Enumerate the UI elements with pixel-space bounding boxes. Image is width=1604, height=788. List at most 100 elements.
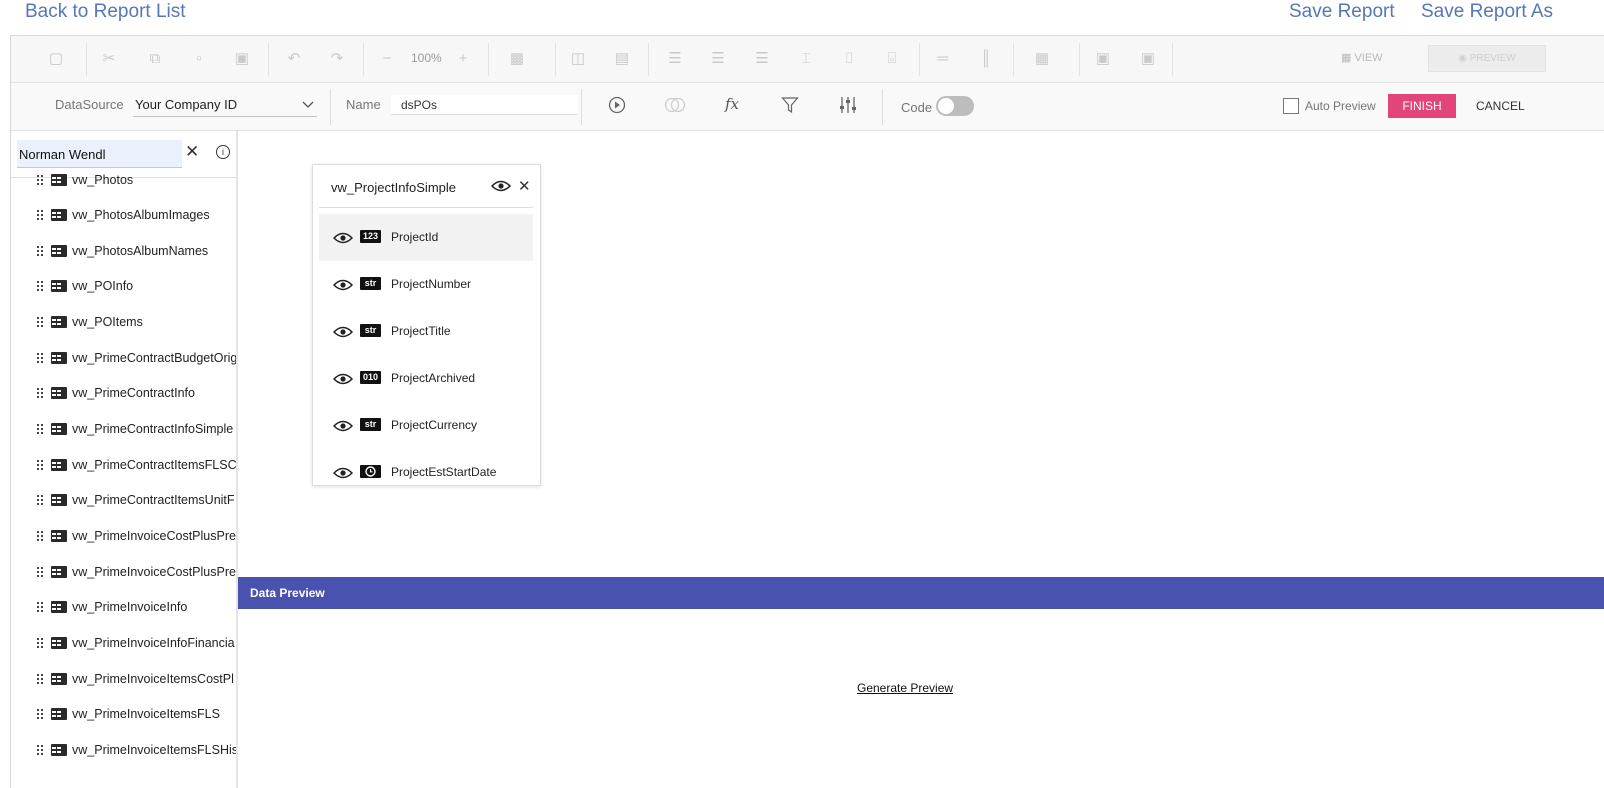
join-icon[interactable]	[664, 97, 686, 113]
datasource-select[interactable]: Your Company ID	[133, 95, 317, 117]
drag-handle-icon[interactable]	[37, 171, 45, 185]
main-toolbar: ▢ ✂ ⧉ ▫ ▣ ↶ ↷ − 100% + ▩ ◫ ▤ ☰ ☰ ☰ ⌶ ⌷ ⌻…	[11, 36, 1604, 83]
drag-handle-icon[interactable]	[37, 242, 45, 256]
search-input[interactable]: Norman Wendl	[17, 140, 182, 168]
distribute-horizontal-icon[interactable]: ║	[977, 50, 995, 68]
arrange-icon[interactable]: ▩	[508, 50, 526, 68]
snap-icon[interactable]: ▣	[1094, 50, 1112, 68]
preview-button[interactable]: ◉ PREVIEW	[1428, 45, 1546, 72]
field-row[interactable]: 010 ProjectArchived	[319, 355, 533, 402]
table-row[interactable]: •vw_PrimeContractInfoSimple	[11, 420, 236, 440]
table-name: vw_PrimeInvoiceInfoFinancia	[72, 636, 235, 650]
eye-icon[interactable]	[333, 278, 353, 292]
close-icon[interactable]: ✕	[185, 142, 199, 162]
table-row[interactable]: •vw_PrimeInvoiceItemsFLS	[11, 705, 236, 725]
table-row[interactable]: •vw_PrimeContractBudgetOrig	[11, 349, 236, 369]
field-row[interactable]: str ProjectCurrency	[319, 402, 533, 449]
drag-handle-icon[interactable]	[37, 313, 45, 327]
eye-icon[interactable]	[333, 231, 353, 245]
grid-icon[interactable]: ▦	[1033, 50, 1051, 68]
table-row[interactable]: •vw_PhotosAlbumImages	[11, 206, 236, 226]
auto-preview-checkbox[interactable]	[1283, 98, 1299, 114]
finish-button[interactable]: FINISH	[1388, 94, 1456, 118]
drag-handle-icon[interactable]	[37, 206, 45, 220]
table-fields-panel[interactable]: vw_ProjectInfoSimple ✕ 123 ProjectId str Pr…	[312, 164, 541, 486]
align-right-icon[interactable]: ☰	[753, 50, 771, 68]
eye-icon[interactable]	[333, 325, 353, 339]
table-row[interactable]: •vw_POInfo	[11, 277, 236, 297]
parameters-icon[interactable]	[839, 96, 857, 114]
field-row[interactable]: 123 ProjectId	[319, 214, 533, 261]
save-report-as-link[interactable]: Save Report As	[1421, 1, 1553, 23]
generate-preview-link[interactable]: Generate Preview	[857, 681, 953, 695]
drag-handle-icon[interactable]	[37, 670, 45, 684]
view-icon: ▦	[1341, 52, 1355, 64]
table-row[interactable]: •vw_PrimeInvoiceItemsFLSHis	[11, 741, 236, 761]
type-badge: 010	[360, 371, 381, 384]
snap-grid-icon[interactable]: ▣	[1139, 50, 1157, 68]
align-top-icon[interactable]: ⌶	[797, 50, 815, 68]
fit-width-icon[interactable]: ◫	[569, 50, 587, 68]
field-row[interactable]: str ProjectNumber	[319, 261, 533, 308]
zoom-in-icon[interactable]: +	[454, 50, 472, 68]
drag-handle-icon[interactable]	[37, 349, 45, 363]
table-row[interactable]: •vw_PrimeInvoiceCostPlusPre	[11, 527, 236, 547]
align-bottom-icon[interactable]: ⌻	[883, 50, 901, 68]
copy-icon[interactable]: ⧉	[146, 50, 164, 68]
drag-handle-icon[interactable]	[37, 563, 45, 577]
zoom-out-icon[interactable]: −	[378, 50, 396, 68]
cancel-button[interactable]: CANCEL	[1476, 99, 1525, 113]
info-icon[interactable]: i	[216, 145, 230, 159]
drag-handle-icon[interactable]	[37, 384, 45, 398]
eye-icon[interactable]	[333, 372, 353, 386]
table-row[interactable]: •vw_POItems	[11, 313, 236, 333]
save-report-link[interactable]: Save Report	[1289, 1, 1395, 23]
undo-icon[interactable]: ↶	[285, 50, 303, 68]
table-row[interactable]: •vw_PrimeContractItemsFLSC	[11, 456, 236, 476]
drag-handle-icon[interactable]	[37, 705, 45, 719]
field-row[interactable]: str ProjectTitle	[319, 308, 533, 355]
drag-handle-icon[interactable]	[37, 420, 45, 434]
align-left-icon[interactable]: ☰	[666, 50, 684, 68]
table-row[interactable]: •vw_PrimeInvoiceInfo	[11, 598, 236, 618]
new-file-icon[interactable]: ▢	[47, 50, 65, 68]
redo-icon[interactable]: ↷	[328, 50, 346, 68]
back-to-report-list-link[interactable]: Back to Report List	[25, 1, 186, 23]
align-center-icon[interactable]: ☰	[709, 50, 727, 68]
view-dropdown[interactable]: ▦ VIEW	[1341, 51, 1383, 64]
distribute-vertical-icon[interactable]: ═	[934, 50, 952, 68]
fit-height-icon[interactable]: ▤	[613, 50, 631, 68]
delete-icon[interactable]: ▣	[233, 50, 251, 68]
table-icon	[51, 387, 67, 399]
table-row[interactable]: •vw_PrimeContractInfo	[11, 384, 236, 404]
table-row[interactable]: •vw_PrimeContractItemsUnitF	[11, 491, 236, 511]
drag-handle-icon[interactable]	[37, 491, 45, 505]
cut-icon[interactable]: ✂	[100, 50, 118, 68]
table-row[interactable]: •vw_PrimeInvoiceInfoFinancia	[11, 634, 236, 654]
run-icon[interactable]	[608, 96, 626, 114]
table-row[interactable]: •vw_Photos	[11, 171, 236, 191]
table-row[interactable]: •vw_PrimeInvoiceCostPlusPre	[11, 563, 236, 583]
code-toggle[interactable]	[936, 96, 974, 116]
field-row[interactable]: ProjectEstStartDate	[319, 449, 533, 485]
drag-handle-icon[interactable]	[37, 741, 45, 755]
table-row[interactable]: •vw_PhotosAlbumNames	[11, 242, 236, 262]
drag-handle-icon[interactable]	[37, 527, 45, 541]
eye-icon[interactable]	[333, 466, 353, 480]
close-icon[interactable]: ✕	[518, 177, 531, 195]
name-input[interactable]	[391, 95, 578, 115]
drag-handle-icon[interactable]	[37, 456, 45, 470]
eye-icon[interactable]	[333, 419, 353, 433]
type-badge: str	[360, 277, 381, 290]
paste-icon[interactable]: ▫	[190, 50, 208, 68]
table-row[interactable]: •vw_PrimeInvoiceItemsCostPl	[11, 670, 236, 690]
drag-handle-icon[interactable]	[37, 277, 45, 291]
drag-handle-icon[interactable]	[37, 598, 45, 612]
align-middle-icon[interactable]: ⌷	[840, 50, 858, 68]
drag-handle-icon[interactable]	[37, 634, 45, 648]
table-name: vw_PrimeContractBudgetOrig	[72, 351, 236, 365]
function-icon[interactable]: fx	[725, 95, 739, 113]
filter-icon[interactable]	[781, 96, 799, 114]
eye-icon[interactable]	[491, 179, 511, 193]
table-name: vw_PrimeContractItemsFLSC	[72, 458, 236, 472]
